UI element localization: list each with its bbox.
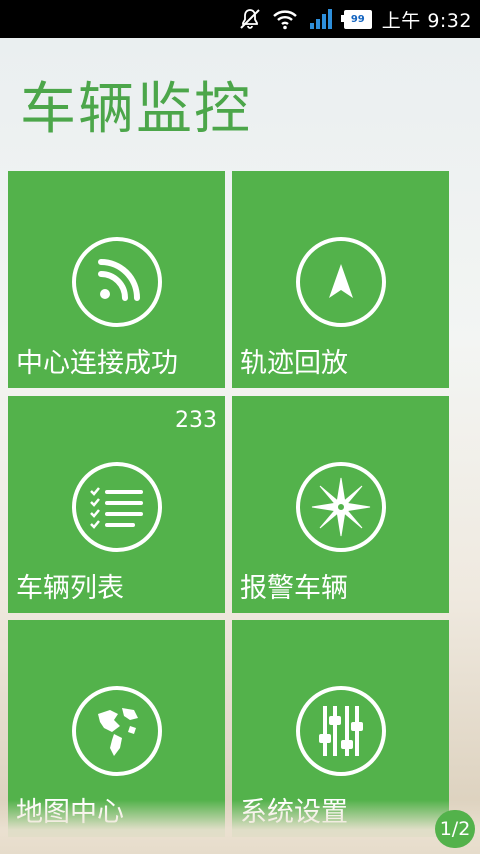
compass-star-icon	[296, 462, 386, 552]
tile-track-playback[interactable]: 轨迹回放	[232, 171, 449, 388]
tile-label: 地图中心	[16, 797, 124, 828]
tile-label: 轨迹回放	[240, 348, 348, 379]
tile-vehicle-list[interactable]: 233 车辆列表	[8, 396, 225, 613]
tile-system-settings[interactable]: 系统设置	[232, 620, 449, 837]
menu-grid: 中心连接成功 轨迹回放 233 车辆列表 报警车辆 地图中心 系统设置	[0, 0, 480, 854]
page-indicator[interactable]: 1/2	[435, 810, 475, 848]
checklist-icon	[72, 462, 162, 552]
rss-connection-icon	[72, 237, 162, 327]
tile-label: 车辆列表	[16, 573, 124, 604]
tile-label: 系统设置	[240, 797, 348, 828]
navigation-arrow-icon	[296, 237, 386, 327]
tile-label: 报警车辆	[240, 573, 348, 604]
tile-map-center[interactable]: 地图中心	[8, 620, 225, 837]
sliders-icon	[296, 686, 386, 776]
tile-label: 中心连接成功	[16, 348, 178, 379]
count-badge: 233	[175, 408, 217, 433]
tile-alarm-vehicles[interactable]: 报警车辆	[232, 396, 449, 613]
globe-map-icon	[72, 686, 162, 776]
tile-center-connection[interactable]: 中心连接成功	[8, 171, 225, 388]
